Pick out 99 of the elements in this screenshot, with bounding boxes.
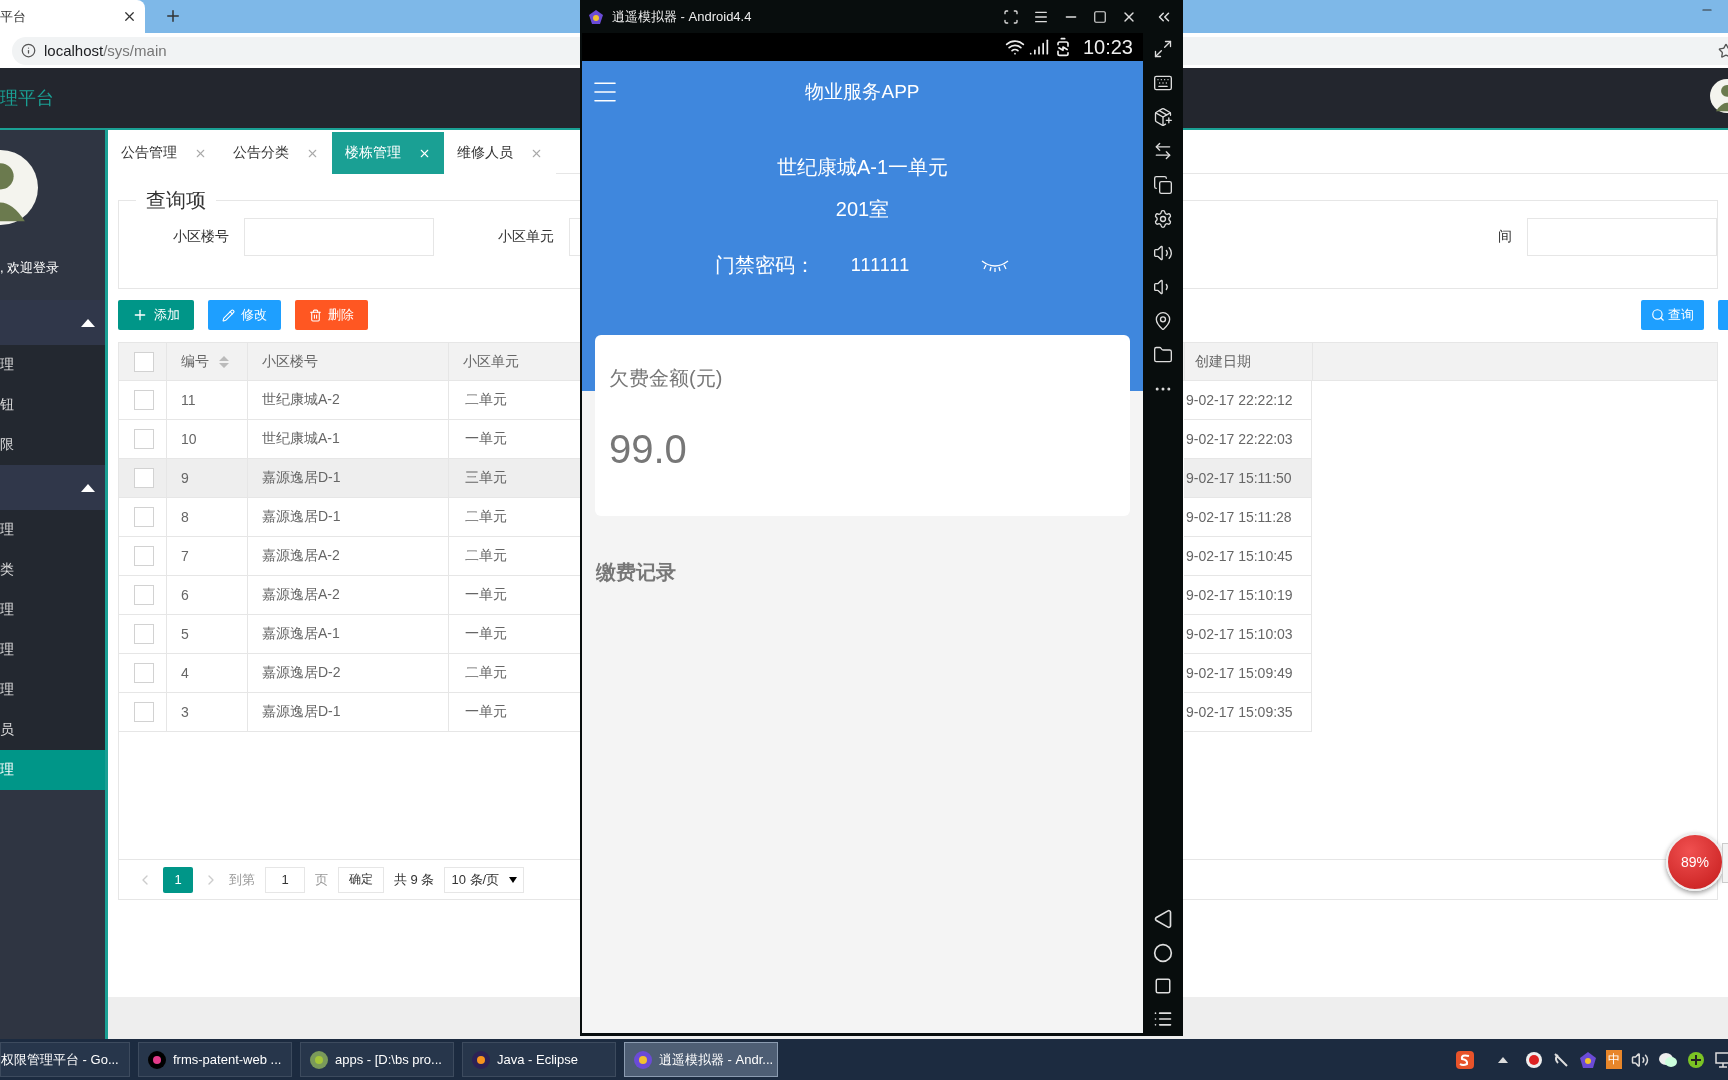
page-unit: 页	[315, 870, 328, 889]
table-cell: 8	[181, 509, 189, 525]
menu-item[interactable]: 理	[0, 590, 105, 630]
table-cell: 9-02-17 15:10:45	[1186, 548, 1293, 564]
menu-item[interactable]: 理	[0, 510, 105, 550]
add-button[interactable]: 添加	[118, 300, 194, 330]
table-cell: 世纪康城A-1	[262, 430, 340, 448]
table-cell: 嘉源逸居A-1	[262, 625, 340, 643]
table-cell: 3	[181, 704, 189, 720]
table-cell: 一单元	[465, 703, 507, 721]
table-cell: 二单元	[465, 547, 507, 565]
table-cell: 5	[181, 626, 189, 642]
window-title: 逍遥模拟器 - Android4.4	[612, 7, 752, 26]
table-cell: 嘉源逸居A-2	[262, 586, 340, 604]
app-title: 物业服务APP	[804, 80, 921, 104]
page-input[interactable]: 1	[265, 866, 305, 893]
table-cell: 9	[181, 470, 189, 486]
table-cell: 世纪康城A-2	[262, 391, 340, 409]
table-row[interactable]: 9-02-17 15:10:19	[1184, 576, 1312, 615]
table-row[interactable]: 9-02-17 15:11:28	[1184, 498, 1312, 537]
table-cell: 嘉源逸居A-2	[262, 547, 340, 565]
field-label: 间	[1497, 228, 1513, 246]
table-row[interactable]: 8 嘉源逸居D-1 二单元	[119, 498, 581, 537]
taskbar-item[interactable]: apps - [D:\bs pro...	[300, 1042, 454, 1077]
status-time: 10:23	[1082, 35, 1133, 59]
confirm-button[interactable]: 确定	[338, 866, 384, 893]
address-text: 世纪康城A-1一单元	[776, 155, 949, 180]
table-row[interactable]: 9-02-17 15:09:49	[1184, 654, 1312, 693]
table-cell: 一单元	[465, 625, 507, 643]
arrears-label: 欠费金额(元)	[609, 366, 723, 391]
page-tab[interactable]: 楼栋管理	[332, 132, 444, 174]
page-number[interactable]: 1	[163, 866, 193, 893]
query-legend: 查询项	[136, 187, 216, 214]
table-row[interactable]: 11 世纪康城A-2 二单元	[119, 381, 581, 420]
goto-label: 到第	[229, 870, 255, 889]
table-row[interactable]: 9-02-17 22:22:12	[1184, 381, 1312, 420]
menu-item[interactable]: 类	[0, 550, 105, 590]
table-row[interactable]: 3 嘉源逸居D-1 一单元	[119, 693, 581, 732]
table-row[interactable]: 10 世纪康城A-1 一单元	[119, 420, 581, 459]
column-header: 小区单元	[463, 352, 519, 371]
table-cell: 二单元	[465, 391, 507, 409]
taskbar-item[interactable]: frms-patent-web ...	[138, 1042, 292, 1077]
table-row[interactable]: 6 嘉源逸居A-2 一单元	[119, 576, 581, 615]
column-header: 小区楼号	[262, 352, 318, 371]
table-row[interactable]: 7 嘉源逸居A-2 二单元	[119, 537, 581, 576]
page-size-select[interactable]: 10 条/页	[444, 866, 525, 893]
table-cell: 4	[181, 665, 189, 681]
arrears-amount: 99.0	[609, 426, 687, 473]
table-row[interactable]: 9-02-17 15:10:03	[1184, 615, 1312, 654]
section-title: 缴费记录	[596, 560, 676, 585]
menu-item[interactable]: 限	[0, 425, 105, 465]
menu-item[interactable]: 理	[0, 750, 105, 790]
field-label: 小区楼号	[172, 228, 230, 246]
taskbar-item[interactable]: Java - Eclipse	[462, 1042, 616, 1077]
table-cell: 一单元	[465, 586, 507, 604]
table-cell: 嘉源逸居D-1	[262, 703, 341, 721]
door-code: 111111	[850, 254, 911, 276]
table-cell: 嘉源逸居D-2	[262, 664, 341, 682]
menu-item[interactable]: 理	[0, 670, 105, 710]
menu-item[interactable]: 理	[0, 630, 105, 670]
welcome-text: , 欢迎登录	[0, 259, 61, 277]
field-label: 小区单元	[497, 228, 555, 246]
table-cell: 三单元	[465, 469, 507, 487]
table-cell: 9-02-17 22:22:03	[1186, 431, 1293, 447]
table-cell: 7	[181, 548, 189, 564]
door-code-label: 门禁密码：	[714, 253, 815, 278]
taskbar-item[interactable]: 权限管理平台 - Go...	[0, 1042, 130, 1077]
table-cell: 9-02-17 15:10:19	[1186, 587, 1293, 603]
menu-item[interactable]: 钮	[0, 385, 105, 425]
column-header: 编号	[181, 352, 209, 371]
table-row[interactable]: 9-02-17 22:22:03	[1184, 420, 1312, 459]
table-cell: 嘉源逸居D-1	[262, 508, 341, 526]
table-cell: 10	[181, 431, 197, 447]
menu-item[interactable]: 理	[0, 345, 105, 385]
table-cell: 6	[181, 587, 189, 603]
room-text: 201室	[835, 197, 890, 222]
table-row[interactable]: 5 嘉源逸居A-1 一单元	[119, 615, 581, 654]
app-title: 理平台	[0, 87, 54, 110]
taskbar-item[interactable]: 逍遥模拟器 - Andr...	[624, 1042, 778, 1077]
browser-tab[interactable]: 平台	[0, 0, 145, 33]
table-cell: 9-02-17 15:09:49	[1186, 665, 1293, 681]
table-cell: 二单元	[465, 508, 507, 526]
table-cell: 9-02-17 15:11:28	[1186, 509, 1292, 525]
table-cell: 9-02-17 22:22:12	[1186, 392, 1293, 408]
table-row[interactable]: 9-02-17 15:09:35	[1184, 693, 1312, 732]
table-row[interactable]: 9-02-17 15:10:45	[1184, 537, 1312, 576]
table-cell: 9-02-17 15:09:35	[1186, 704, 1293, 720]
menu-item[interactable]: 员	[0, 710, 105, 750]
table-row[interactable]: 9-02-17 15:11:50	[1184, 459, 1312, 498]
table-row[interactable]: 9 嘉源逸居D-1 三单元	[119, 459, 581, 498]
column-header: 创建日期	[1195, 352, 1251, 371]
table-cell: 二单元	[465, 664, 507, 682]
table-cell: 9-02-17 15:11:50	[1186, 470, 1292, 486]
table-cell: 11	[181, 392, 196, 408]
table-cell: 嘉源逸居D-1	[262, 469, 341, 487]
table-cell: 一单元	[465, 430, 507, 448]
table-row[interactable]: 4 嘉源逸居D-2 二单元	[119, 654, 581, 693]
total-count: 共 9 条	[394, 870, 435, 889]
table-cell: 9-02-17 15:10:03	[1186, 626, 1293, 642]
